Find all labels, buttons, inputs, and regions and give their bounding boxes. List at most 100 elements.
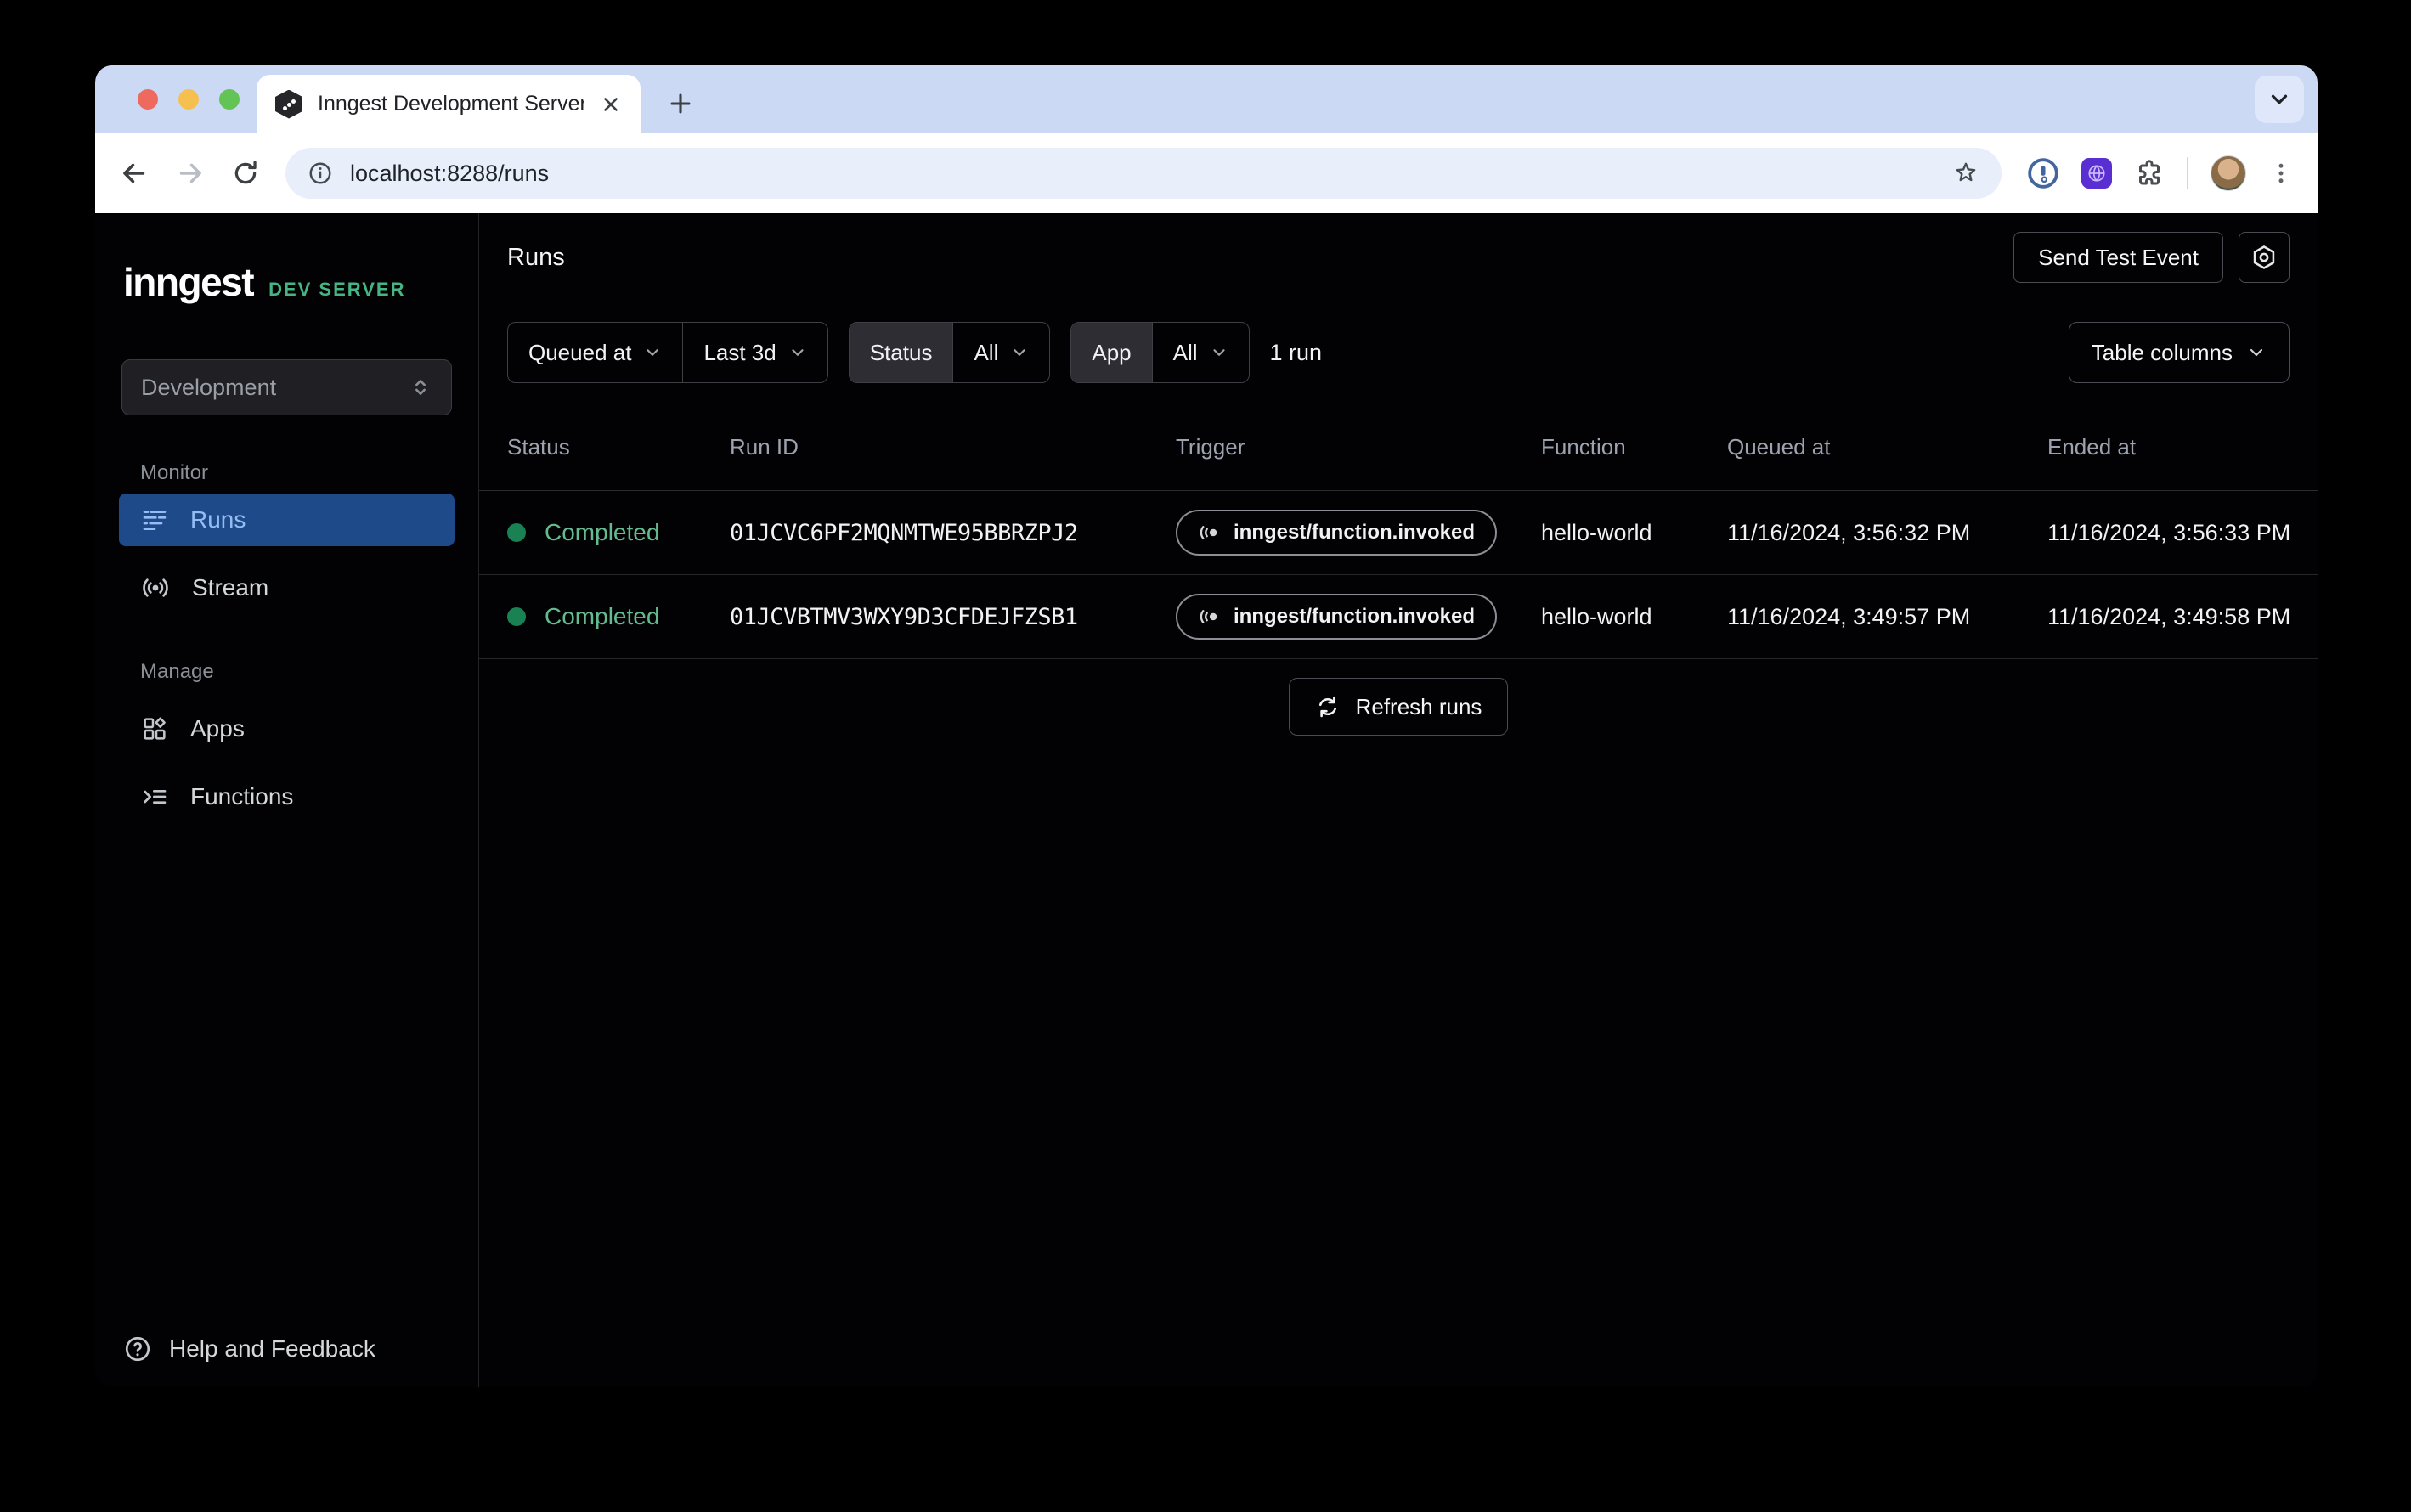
- table-row[interactable]: Completed 01JCVBTMV3WXY9D3CFDEJFZSB1 inn…: [479, 575, 2318, 659]
- tab-close-icon[interactable]: [600, 93, 622, 116]
- trigger-pill[interactable]: inngest/function.invoked: [1176, 510, 1497, 556]
- reload-icon[interactable]: [231, 159, 260, 188]
- help-and-feedback[interactable]: Help and Feedback: [123, 1334, 375, 1363]
- site-info-icon[interactable]: [308, 161, 333, 186]
- refresh-row: Refresh runs: [479, 678, 2318, 736]
- browser-tabstrip: Inngest Development Server: [95, 65, 2318, 133]
- chevron-down-icon: [2246, 342, 2267, 363]
- forward-icon[interactable]: [175, 158, 206, 189]
- sidebar-item-apps[interactable]: Apps: [119, 702, 455, 755]
- column-header-queued-at: Queued at: [1727, 434, 2047, 460]
- status-filter-label: Status: [850, 323, 953, 382]
- status-filter-group: Status All: [849, 322, 1051, 383]
- main-header: Runs Send Test Event: [479, 213, 2318, 302]
- refresh-label: Refresh runs: [1356, 694, 1482, 720]
- browser-menu-icon[interactable]: [2268, 161, 2294, 186]
- status-cell: Completed: [507, 519, 730, 546]
- app-filter-group: App All: [1070, 322, 1249, 383]
- send-test-event-button[interactable]: Send Test Event: [2013, 232, 2223, 283]
- column-header-ended-at: Ended at: [2047, 434, 2290, 460]
- time-filter-group: Queued at Last 3d: [507, 322, 828, 383]
- maximize-window-button[interactable]: [219, 89, 240, 110]
- sidebar-item-label: Stream: [192, 574, 268, 601]
- column-header-run-id: Run ID: [730, 434, 1176, 460]
- logo-row: inngest DEV SERVER: [123, 259, 478, 305]
- app-filter-select[interactable]: All: [1152, 323, 1249, 382]
- stream-icon: [141, 573, 170, 602]
- tab-search-button[interactable]: [2255, 76, 2304, 123]
- table-columns-button[interactable]: Table columns: [2069, 322, 2290, 383]
- section-label-manage: Manage: [140, 660, 478, 684]
- browser-window: Inngest Development Server localhost:828…: [95, 65, 2318, 1387]
- trigger-cell: inngest/function.invoked: [1176, 510, 1541, 556]
- sidebar-item-label: Runs: [190, 506, 246, 533]
- extensions-puzzle-icon[interactable]: [2134, 158, 2165, 189]
- status-label-text: Status: [870, 340, 933, 366]
- status-filter-select[interactable]: All: [952, 323, 1049, 382]
- back-icon[interactable]: [119, 158, 150, 189]
- column-header-status: Status: [507, 434, 730, 460]
- section-label-monitor: Monitor: [140, 461, 478, 485]
- runs-icon: [141, 506, 168, 533]
- sidebar: inngest DEV SERVER Development Monitor R…: [95, 213, 479, 1387]
- new-tab-button[interactable]: [666, 89, 695, 118]
- help-label: Help and Feedback: [169, 1335, 375, 1362]
- sidebar-item-stream[interactable]: Stream: [119, 561, 455, 614]
- refresh-runs-button[interactable]: Refresh runs: [1289, 678, 1509, 736]
- queued-at: 11/16/2024, 3:56:32 PM: [1727, 520, 2047, 546]
- bookmark-star-icon[interactable]: [1952, 160, 1979, 187]
- sidebar-item-label: Apps: [190, 715, 245, 742]
- chevron-down-icon: [1210, 343, 1228, 362]
- dev-server-badge: DEV SERVER: [268, 279, 405, 301]
- page-title: Runs: [507, 244, 2013, 272]
- minimize-window-button[interactable]: [178, 89, 199, 110]
- ended-at: 11/16/2024, 3:56:33 PM: [2047, 520, 2290, 546]
- table-columns-label: Table columns: [2092, 340, 2233, 366]
- sidebar-item-functions[interactable]: Functions: [119, 770, 455, 823]
- traffic-lights: [138, 89, 240, 110]
- run-count: 1 run: [1270, 340, 1323, 366]
- table-row[interactable]: Completed 01JCVC6PF2MQNMTWE95BBRZPJ2 inn…: [479, 491, 2318, 575]
- app-label-text: App: [1092, 340, 1131, 366]
- app-filter-value: All: [1173, 340, 1198, 366]
- main-panel: Runs Send Test Event Queued at Last 3d: [479, 213, 2318, 1387]
- extension-area: [2027, 155, 2294, 191]
- environment-select[interactable]: Development: [121, 359, 452, 415]
- help-icon: [123, 1334, 152, 1363]
- time-field-value: Queued at: [528, 340, 631, 366]
- event-pulse-icon: [1198, 605, 1222, 629]
- time-range-value: Last 3d: [703, 340, 776, 366]
- chevron-down-icon: [1010, 343, 1029, 362]
- trigger-pill[interactable]: inngest/function.invoked: [1176, 594, 1497, 640]
- settings-button[interactable]: [2239, 232, 2290, 283]
- environment-value: Development: [141, 375, 409, 401]
- chevron-down-icon: [788, 343, 807, 362]
- run-id: 01JCVC6PF2MQNMTWE95BBRZPJ2: [730, 520, 1176, 546]
- functions-icon: [141, 783, 168, 810]
- gear-icon: [2250, 244, 2278, 271]
- browser-extension-icon[interactable]: [2081, 158, 2112, 189]
- trigger-cell: inngest/function.invoked: [1176, 594, 1541, 640]
- tab-title: Inngest Development Server: [318, 92, 584, 116]
- table-header-row: Status Run ID Trigger Function Queued at…: [479, 403, 2318, 491]
- password-manager-icon[interactable]: [2027, 157, 2059, 189]
- ended-at: 11/16/2024, 3:49:58 PM: [2047, 604, 2290, 630]
- browser-tab[interactable]: Inngest Development Server: [257, 75, 641, 133]
- app-content: inngest DEV SERVER Development Monitor R…: [95, 213, 2318, 1387]
- inngest-favicon-icon: [275, 90, 302, 119]
- status-dot-icon: [507, 607, 526, 626]
- inngest-logo: inngest: [123, 259, 253, 305]
- column-header-function: Function: [1541, 434, 1727, 460]
- time-range-select[interactable]: Last 3d: [682, 323, 827, 382]
- column-header-trigger: Trigger: [1176, 434, 1541, 460]
- updown-chevron-icon: [409, 375, 432, 399]
- time-field-select[interactable]: Queued at: [508, 323, 682, 382]
- close-window-button[interactable]: [138, 89, 158, 110]
- profile-avatar[interactable]: [2211, 155, 2246, 191]
- url-bar[interactable]: localhost:8288/runs: [285, 148, 2002, 199]
- status-dot-icon: [507, 523, 526, 542]
- trigger-name: inngest/function.invoked: [1234, 521, 1475, 544]
- sidebar-item-label: Functions: [190, 783, 293, 810]
- status-filter-value: All: [974, 340, 998, 366]
- sidebar-item-runs[interactable]: Runs: [119, 494, 455, 546]
